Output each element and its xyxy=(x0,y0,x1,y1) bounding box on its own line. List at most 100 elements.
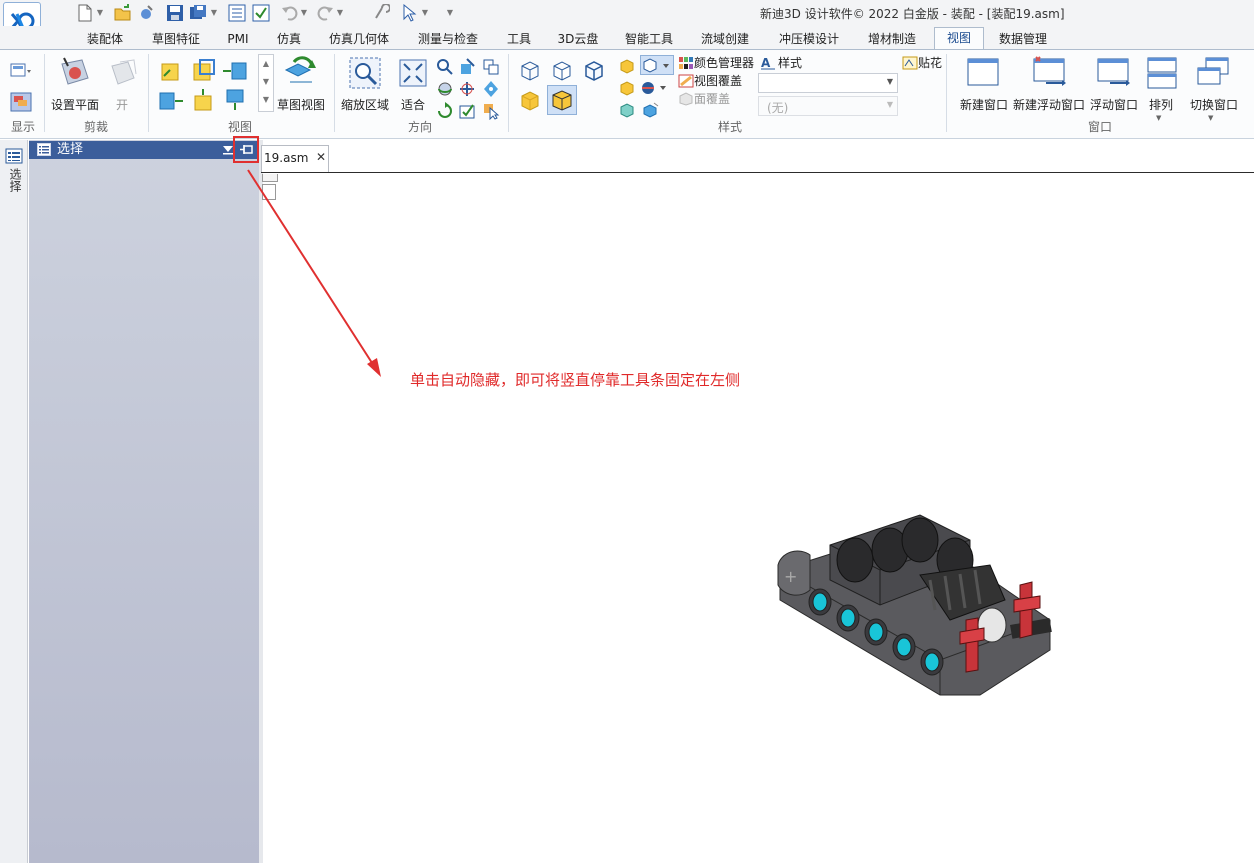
view-left-icon[interactable] xyxy=(158,90,184,112)
tab-pmi[interactable]: PMI xyxy=(220,29,256,49)
window-title: 新迪3D 设计软件© 2022 白金版 - 装配 - [装配19.asm] xyxy=(760,7,1065,21)
set-plane-icon xyxy=(58,56,92,90)
arrange-button[interactable]: 排列 xyxy=(1144,98,1178,112)
select-dropdown-icon[interactable]: ▼ xyxy=(421,6,429,20)
tab-stamping-die[interactable]: 冲压模设计 xyxy=(770,29,848,49)
undo-icon[interactable] xyxy=(281,4,299,22)
refresh-view-icon[interactable] xyxy=(436,102,454,120)
style-button[interactable]: 样式 xyxy=(778,55,802,71)
redo-dropdown-icon[interactable]: ▼ xyxy=(336,6,344,20)
new-file-dropdown-icon[interactable]: ▼ xyxy=(96,6,104,20)
undo-dropdown-icon[interactable]: ▼ xyxy=(300,6,308,20)
sketch-view-icon xyxy=(284,56,318,88)
annotation-arrow xyxy=(247,169,381,377)
hidden-lines-icon[interactable] xyxy=(550,58,574,82)
view-top-icon[interactable] xyxy=(192,58,216,82)
tab-smart-tools[interactable]: 智能工具 xyxy=(618,29,680,49)
vertical-tab-label: 选择 xyxy=(8,168,22,192)
tab-assembly[interactable]: 装配体 xyxy=(78,29,132,49)
zoom-area-button[interactable]: 缩放区域 xyxy=(338,98,392,112)
cube-shaded-icon[interactable] xyxy=(619,80,635,96)
tab-measure-inspect[interactable]: 测量与检查 xyxy=(410,29,486,49)
decal-button[interactable]: 贴花 xyxy=(918,55,942,71)
vertical-tab-select[interactable]: 选择 xyxy=(3,148,25,198)
new-float-window-button[interactable]: 新建浮动窗口 xyxy=(1010,98,1088,112)
tab-additive[interactable]: 增材制造 xyxy=(860,29,924,49)
view-right-icon[interactable] xyxy=(222,60,248,82)
save-icon[interactable] xyxy=(166,4,184,22)
visible-edges-icon[interactable] xyxy=(582,58,606,82)
separator xyxy=(334,54,335,132)
shaded-with-edges-icon[interactable] xyxy=(547,85,577,115)
rotate-icon[interactable] xyxy=(436,80,454,98)
cube-transparent-icon[interactable] xyxy=(619,102,635,118)
properties-icon[interactable] xyxy=(228,4,246,22)
annotation-text: 单击自动隐藏，即可将竖直停靠工具条固定在左侧 xyxy=(410,371,741,389)
customize-quick-access-icon[interactable]: ▼ xyxy=(446,6,454,20)
float-window-button[interactable]: 浮动窗口 xyxy=(1086,98,1142,112)
style-dropdown[interactable]: ▼ xyxy=(758,73,898,93)
tab-simulation[interactable]: 仿真 xyxy=(270,29,308,49)
view-group-label: 视图 xyxy=(227,120,252,134)
gallery-expand-icon[interactable]: ▼ xyxy=(259,91,273,109)
color-manager-icon xyxy=(678,56,694,70)
zoom-icon[interactable] xyxy=(436,58,454,76)
named-views-icon[interactable] xyxy=(458,102,476,120)
view-overlay-button[interactable]: 视图覆盖 xyxy=(694,73,742,89)
face-overlay-button[interactable]: 面覆盖 xyxy=(694,91,730,107)
zoom-area-icon xyxy=(348,56,382,90)
display-settings-icon[interactable] xyxy=(10,62,32,80)
tab-3d-cloud[interactable]: 3D云盘 xyxy=(552,29,604,49)
switch-window-button[interactable]: 切换窗口 xyxy=(1186,98,1242,112)
recent-files-icon[interactable] xyxy=(137,4,155,22)
tab-tools[interactable]: 工具 xyxy=(500,29,538,49)
select-pointer-icon[interactable] xyxy=(400,3,418,22)
display-mode-icon[interactable] xyxy=(10,92,32,112)
sketch-view-button[interactable]: 草图视图 xyxy=(274,98,328,112)
view-gallery-scroll[interactable]: ▲ ▼ ▼ xyxy=(258,54,274,112)
style-dropdown-2[interactable]: (无) ▼ xyxy=(758,96,898,116)
redo-icon[interactable] xyxy=(316,4,334,22)
view-bottom-icon[interactable] xyxy=(192,88,214,112)
pan-icon[interactable] xyxy=(458,58,476,76)
save-dropdown-icon[interactable]: ▼ xyxy=(210,6,218,20)
appearance-dropdown[interactable] xyxy=(640,55,674,75)
window-group-label: 窗口 xyxy=(1087,120,1112,134)
tab-simulation-geometry[interactable]: 仿真几何体 xyxy=(322,29,396,49)
tab-flow-creation[interactable]: 流域创建 xyxy=(694,29,756,49)
tab-sketch-features[interactable]: 草图特征 xyxy=(146,29,206,49)
scroll-down-icon[interactable]: ▼ xyxy=(259,73,273,91)
set-plane-button[interactable]: 设置平面 xyxy=(48,98,102,112)
view-back-icon[interactable] xyxy=(224,88,246,112)
3d-assembly-model[interactable]: + xyxy=(770,510,1060,705)
new-file-icon[interactable] xyxy=(76,4,94,22)
color-cube-icon[interactable] xyxy=(619,58,635,74)
spin-icon[interactable] xyxy=(458,80,476,98)
look-at-icon[interactable] xyxy=(482,80,500,98)
clip-group-label: 剪裁 xyxy=(83,120,108,134)
fit-button[interactable]: 适合 xyxy=(396,98,430,112)
repeat-command-icon[interactable] xyxy=(372,3,391,22)
lighting-icon[interactable] xyxy=(642,102,660,118)
select-panel xyxy=(29,140,259,863)
tab-data-management[interactable]: 数据管理 xyxy=(992,29,1054,49)
switch-window-dropdown-icon[interactable]: ▼ xyxy=(1208,114,1213,122)
tab-view[interactable]: 视图 xyxy=(934,27,984,50)
new-window-button[interactable]: 新建窗口 xyxy=(956,98,1012,112)
view-front-icon[interactable] xyxy=(160,60,182,82)
wireframe-icon[interactable] xyxy=(518,58,542,82)
check-list-icon[interactable] xyxy=(252,4,270,22)
save-all-icon[interactable] xyxy=(189,4,207,22)
scroll-up-icon[interactable]: ▲ xyxy=(259,55,273,73)
previous-view-icon[interactable] xyxy=(482,58,500,76)
clip-open-button[interactable]: 开 xyxy=(110,98,134,112)
color-manager-button[interactable]: 颜色管理器 xyxy=(694,55,754,71)
render-mode-dropdown[interactable] xyxy=(640,80,670,96)
separator xyxy=(44,54,45,132)
new-window-icon xyxy=(966,56,1002,88)
arrange-dropdown-icon[interactable]: ▼ xyxy=(1156,114,1161,122)
open-file-icon[interactable] xyxy=(114,4,132,22)
shaded-icon[interactable] xyxy=(518,88,542,112)
list-icon xyxy=(5,148,23,164)
view-select-icon[interactable] xyxy=(482,102,500,121)
